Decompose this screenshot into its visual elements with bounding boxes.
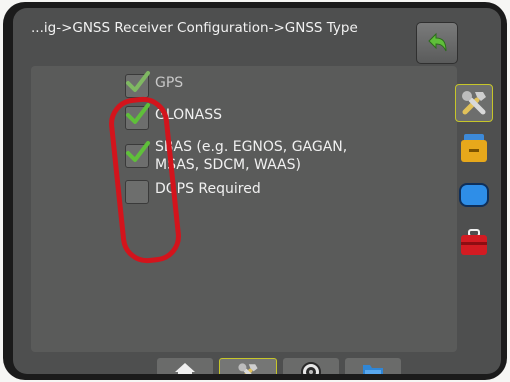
- breadcrumb: ...ig->GNSS Receiver Configuration->GNSS…: [31, 20, 358, 36]
- tab-data[interactable]: [345, 358, 401, 374]
- option-gps[interactable]: GPS: [125, 71, 184, 98]
- data-icon: [363, 365, 383, 374]
- sbas-label-line1: SBAS (e.g. EGNOS, GAGAN,: [155, 139, 348, 155]
- tab-guidance[interactable]: [283, 358, 339, 374]
- gps-label: GPS: [155, 75, 184, 91]
- back-arrow-icon: [428, 32, 447, 52]
- toolbox-icon: [461, 229, 487, 255]
- tab-home[interactable]: [157, 358, 213, 374]
- side-tools-button[interactable]: [455, 84, 493, 122]
- device-frame: ...ig->GNSS Receiver Configuration->GNSS…: [3, 2, 507, 380]
- gps-checkbox[interactable]: [125, 71, 150, 98]
- sbas-label-line2: MSAS, SDCM, WAAS): [155, 157, 301, 173]
- display-icon: [459, 183, 489, 207]
- guidance-icon: [301, 362, 321, 374]
- home-icon: [175, 363, 195, 374]
- options-panel: [31, 66, 457, 352]
- checkmark-icon: [126, 71, 150, 92]
- sbas-label: SBAS (e.g. EGNOS, GAGAN, MSAS, SDCM, WAA…: [155, 138, 347, 174]
- tools-icon: [238, 363, 258, 374]
- console-icon: [461, 134, 487, 162]
- side-toolbox-button[interactable]: [455, 224, 493, 260]
- side-console-button[interactable]: [455, 130, 493, 166]
- back-button[interactable]: [416, 22, 458, 64]
- screen: ...ig->GNSS Receiver Configuration->GNSS…: [13, 8, 501, 374]
- side-display-button[interactable]: [455, 178, 493, 214]
- tools-icon: [462, 91, 486, 115]
- tab-tools[interactable]: [219, 358, 277, 374]
- bottom-tab-bar: [157, 356, 405, 374]
